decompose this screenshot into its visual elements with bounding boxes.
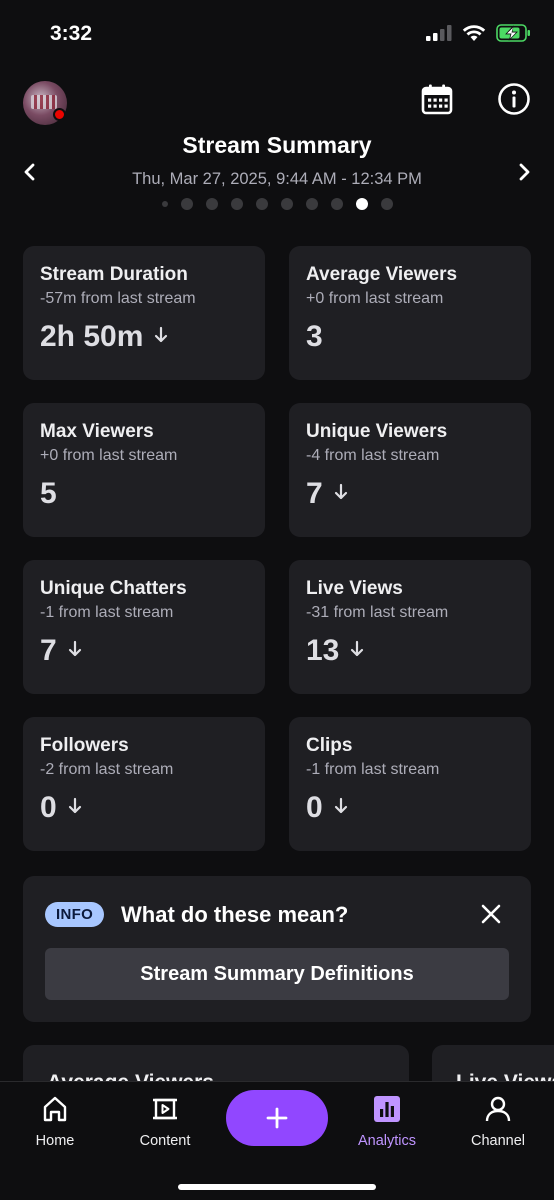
stat-card-average-viewers: Average Viewers +0 from last stream 3 <box>289 246 531 380</box>
status-bar: 3:32 <box>0 0 554 70</box>
stat-title: Clips <box>306 735 353 756</box>
stat-change: +0 from last stream <box>306 290 444 307</box>
person-icon <box>485 1096 511 1122</box>
plus-icon <box>266 1107 288 1129</box>
tab-analytics[interactable]: Analytics <box>337 1094 437 1149</box>
stat-value: 5 <box>40 477 57 510</box>
stat-title: Unique Chatters <box>40 578 187 599</box>
cellular-signal-icon <box>426 25 452 41</box>
arrow-down-icon <box>153 326 169 349</box>
calendar-icon[interactable] <box>420 82 454 116</box>
stat-card-stream-duration: Stream Duration -57m from last stream 2h… <box>23 246 265 380</box>
stat-title: Followers <box>40 735 129 756</box>
tab-home[interactable]: Home <box>5 1094 105 1149</box>
page-indicator[interactable] <box>0 198 554 210</box>
page-dot[interactable] <box>255 198 268 210</box>
stat-card-unique-viewers: Unique Viewers -4 from last stream 7 <box>289 403 531 537</box>
info-badge: INFO <box>45 902 105 927</box>
page-dot[interactable] <box>161 201 168 207</box>
content-icon <box>153 1098 177 1120</box>
page-dot[interactable] <box>180 198 193 210</box>
arrow-down-icon <box>67 797 83 820</box>
tab-label: Home <box>35 1133 75 1149</box>
stat-value: 7 <box>306 477 323 510</box>
stat-title: Unique Viewers <box>306 421 448 442</box>
home-icon <box>43 1096 67 1122</box>
stat-value: 13 <box>306 634 340 667</box>
stat-value: 0 <box>306 791 323 824</box>
stat-card-unique-chatters: Unique Chatters -1 from last stream 7 <box>23 560 265 694</box>
stats-grid: Stream Duration -57m from last stream 2h… <box>23 246 531 851</box>
tab-label: Channel <box>470 1133 525 1149</box>
summary-header: Stream Summary Thu, Mar 27, 2025, 9:44 A… <box>0 70 554 230</box>
page-dot[interactable] <box>230 198 243 210</box>
stat-value: 0 <box>40 791 57 824</box>
page-dot[interactable] <box>355 198 368 210</box>
tab-label: Content <box>139 1133 191 1149</box>
stat-change: -4 from last stream <box>306 447 440 464</box>
stat-change: -1 from last stream <box>40 604 174 621</box>
stat-title: Stream Duration <box>40 264 188 285</box>
page-dot[interactable] <box>205 198 218 210</box>
page-title: Stream Summary <box>182 132 372 158</box>
stat-change: -57m from last stream <box>40 290 196 307</box>
stat-card-followers: Followers -2 from last stream 0 <box>23 717 265 851</box>
stream-summary-definitions-button[interactable]: Stream Summary Definitions <box>45 948 509 1000</box>
page-dot[interactable] <box>280 198 293 210</box>
stat-value: 2h 50m <box>40 320 144 353</box>
status-time: 3:32 <box>50 22 93 45</box>
stat-title: Max Viewers <box>40 421 154 442</box>
stat-value: 7 <box>40 634 57 667</box>
info-card: INFO What do these mean? Stream Summary … <box>23 876 531 1022</box>
arrow-down-icon <box>67 640 83 663</box>
page-dot[interactable] <box>380 198 393 210</box>
stat-change: +0 from last stream <box>40 447 178 464</box>
analytics-icon <box>374 1096 400 1122</box>
stat-change: -31 from last stream <box>306 604 449 621</box>
tab-label: Analytics <box>357 1133 417 1149</box>
bottom-tab-bar: Home Content Analytics Channel <box>0 1081 554 1200</box>
wifi-icon <box>462 25 486 41</box>
close-icon[interactable] <box>479 902 503 926</box>
stat-title: Live Views <box>306 578 403 599</box>
stat-change: -2 from last stream <box>40 761 174 778</box>
status-icons <box>426 24 532 42</box>
create-button[interactable] <box>226 1090 328 1146</box>
stat-value: 3 <box>306 320 323 353</box>
stream-date-range: Thu, Mar 27, 2025, 9:44 AM - 12:34 PM <box>132 170 422 188</box>
stat-title: Average Viewers <box>306 264 458 285</box>
stat-card-max-viewers: Max Viewers +0 from last stream 5 <box>23 403 265 537</box>
stat-card-live-views: Live Views -31 from last stream 13 <box>289 560 531 694</box>
page-dot[interactable] <box>330 198 343 210</box>
info-icon[interactable] <box>497 82 531 116</box>
tab-content[interactable]: Content <box>115 1094 215 1149</box>
battery-charging-icon <box>496 24 530 42</box>
arrow-down-icon <box>333 797 349 820</box>
live-indicator <box>53 108 66 121</box>
info-title: What do these mean? <box>121 902 349 927</box>
page-dot[interactable] <box>305 198 318 210</box>
tab-channel[interactable]: Channel <box>448 1094 548 1149</box>
arrow-down-icon <box>349 640 365 663</box>
arrow-down-icon <box>333 483 349 506</box>
chevron-right-icon[interactable] <box>512 160 536 184</box>
stat-change: -1 from last stream <box>306 761 440 778</box>
stat-card-clips: Clips -1 from last stream 0 <box>289 717 531 851</box>
home-indicator <box>178 1184 376 1190</box>
